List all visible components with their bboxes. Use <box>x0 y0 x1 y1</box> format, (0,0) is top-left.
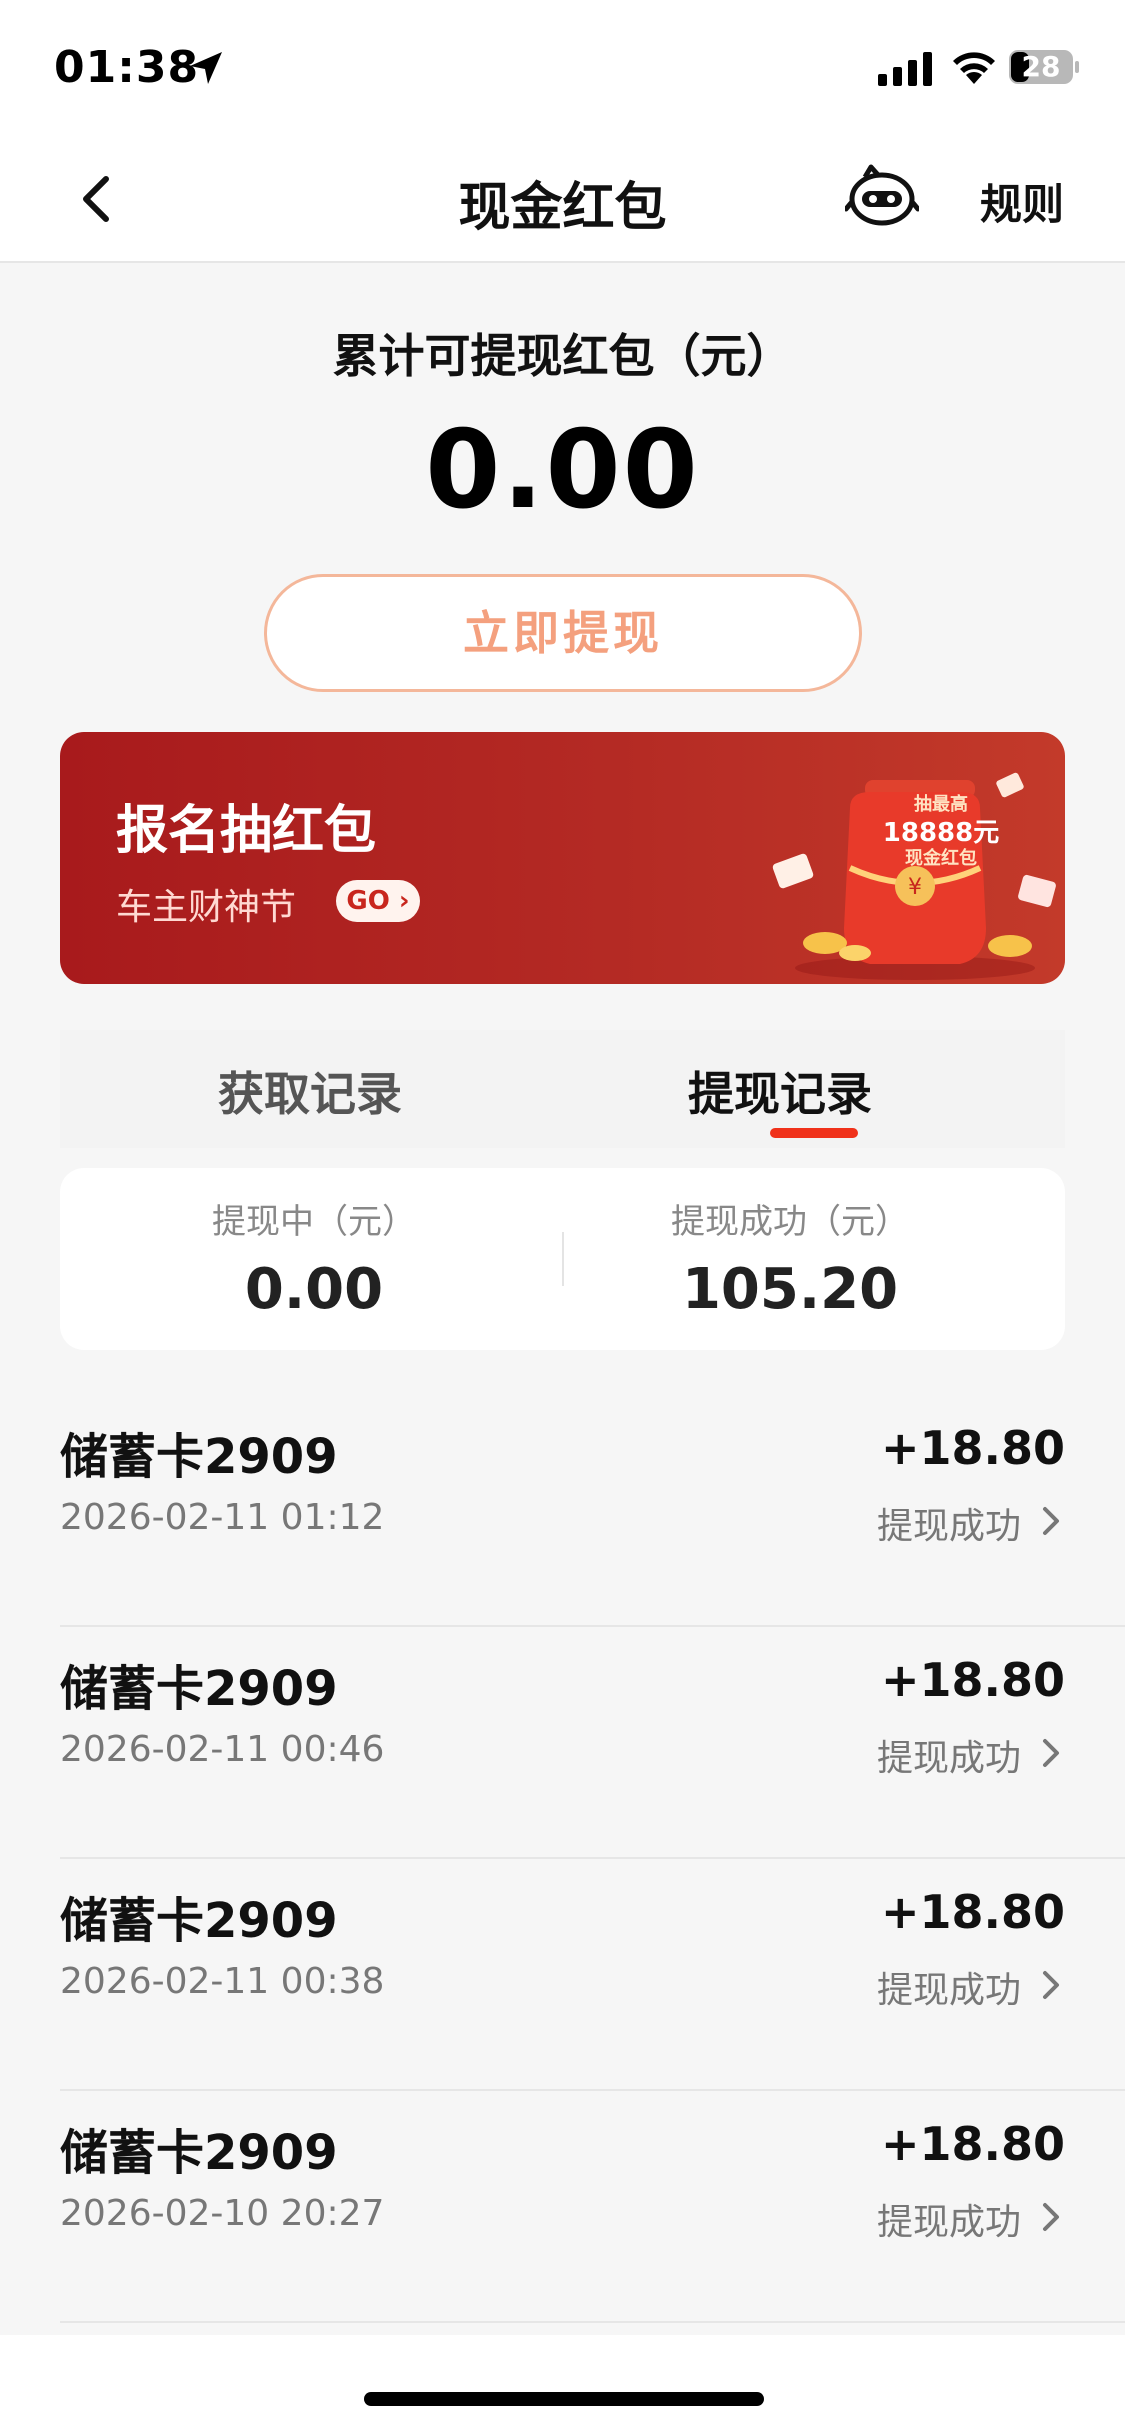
record-amount: +18.80 <box>880 2117 1065 2171</box>
withdraw-record-list: 储蓄卡2909 2026-02-11 01:12 +18.80 提现成功 储蓄卡… <box>0 1395 1125 2323</box>
record-title: 储蓄卡2909 <box>60 1661 338 1717</box>
pending-column: 提现中（元） 0.00 <box>74 1194 554 1322</box>
record-time: 2026-02-10 20:27 <box>60 2193 385 2234</box>
location-arrow-icon <box>190 52 222 84</box>
chevron-right-icon <box>1043 2203 1059 2231</box>
record-status: 提现成功 <box>876 1506 1021 1547</box>
wifi-icon <box>953 52 995 84</box>
nav-bar: 现金红包 规则 <box>0 135 1125 263</box>
record-title: 储蓄卡2909 <box>60 2125 338 2181</box>
tab-withdraw-records[interactable]: 提现记录 <box>530 1058 1030 1124</box>
withdraw-summary-card: 提现中（元） 0.00 提现成功（元） 105.20 <box>60 1168 1065 1350</box>
promo-banner[interactable]: 报名抽红包 车主财神节 GO › ¥ 抽最高 18888元 现金红包 <box>60 732 1065 984</box>
jar-text-bottom: 现金红包 <box>905 848 977 869</box>
chevron-right-icon <box>1043 1971 1059 1999</box>
chevron-right-icon <box>1043 1739 1059 1767</box>
record-tabs: 获取记录 提现记录 <box>60 1030 1065 1148</box>
home-indicator[interactable] <box>364 2392 764 2406</box>
active-tab-indicator <box>770 1128 858 1138</box>
tab-earn-records[interactable]: 获取记录 <box>60 1058 560 1124</box>
page-title: 现金红包 <box>458 178 667 238</box>
record-status: 提现成功 <box>876 1738 1021 1779</box>
record-amount: +18.80 <box>880 1421 1065 1475</box>
success-value: 105.20 <box>681 1257 899 1322</box>
mascot-icon[interactable] <box>845 163 919 229</box>
total-withdrawable-amount: 0.00 <box>425 408 700 533</box>
battery-level: 28 <box>1021 50 1061 83</box>
record-time: 2026-02-11 00:38 <box>60 1961 385 2002</box>
go-badge[interactable]: GO › <box>336 880 420 922</box>
record-time: 2026-02-11 00:46 <box>60 1729 385 1770</box>
total-withdrawable-label: 累计可提现红包（元） <box>332 329 793 383</box>
record-amount: +18.80 <box>880 1885 1065 1939</box>
success-label: 提现成功（元） <box>671 1202 909 1242</box>
success-column: 提现成功（元） 105.20 <box>550 1194 1030 1322</box>
rules-link[interactable]: 规则 <box>980 171 1064 232</box>
cell-signal-icon <box>878 52 932 86</box>
bottom-safe-area <box>0 2335 1125 2436</box>
list-item[interactable]: 储蓄卡2909 2026-02-11 01:12 +18.80 提现成功 <box>60 1395 1125 1627</box>
record-title: 储蓄卡2909 <box>60 1893 338 1949</box>
status-bar: 01:38 28 <box>0 0 1125 135</box>
go-label: GO <box>346 886 390 916</box>
record-status: 提现成功 <box>876 1970 1021 2011</box>
status-time: 01:38 <box>54 42 200 93</box>
pending-value: 0.00 <box>244 1257 384 1322</box>
svg-text:¥: ¥ <box>908 875 922 900</box>
record-status: 提现成功 <box>876 2202 1021 2243</box>
record-title: 储蓄卡2909 <box>60 1429 338 1485</box>
record-time: 2026-02-11 01:12 <box>60 1497 385 1538</box>
chevron-right-icon <box>1043 1507 1059 1535</box>
list-item[interactable]: 储蓄卡2909 2026-02-11 00:46 +18.80 提现成功 <box>60 1627 1125 1859</box>
pending-label: 提现中（元） <box>212 1202 416 1242</box>
banner-title: 报名抽红包 <box>116 801 377 861</box>
banner-subtitle: 车主财神节 <box>116 887 297 928</box>
record-amount: +18.80 <box>880 1653 1065 1707</box>
withdraw-now-button[interactable]: 立即提现 <box>264 574 862 692</box>
list-item[interactable]: 储蓄卡2909 2026-02-10 20:27 +18.80 提现成功 <box>60 2091 1125 2323</box>
list-item[interactable]: 储蓄卡2909 2026-02-11 00:38 +18.80 提现成功 <box>60 1859 1125 2091</box>
